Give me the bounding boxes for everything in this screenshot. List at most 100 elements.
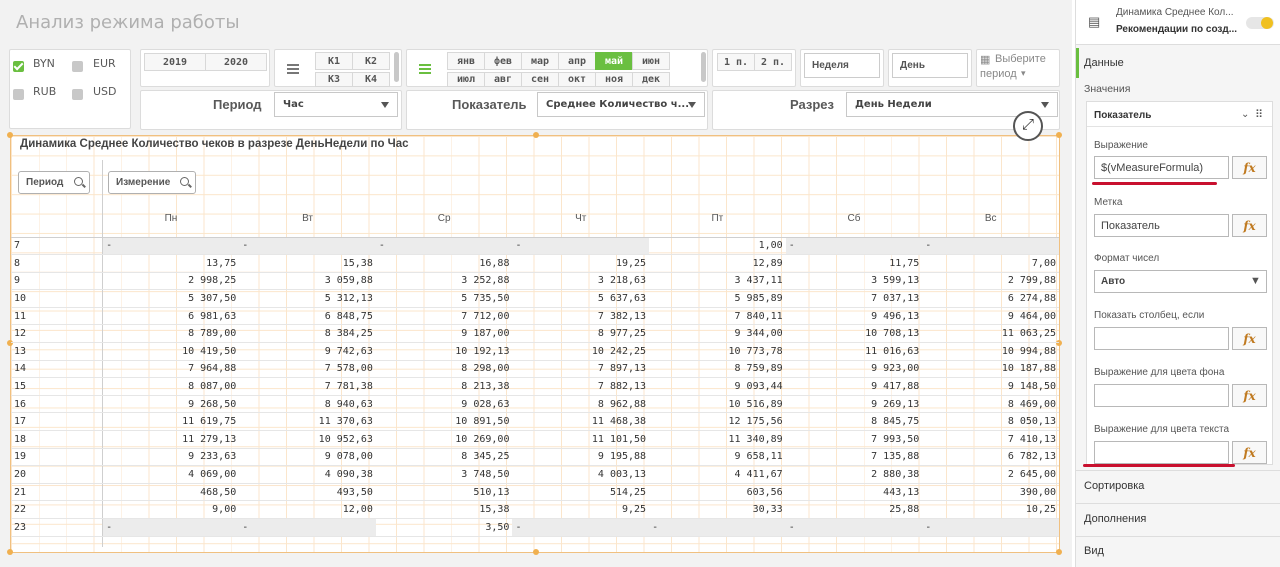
row-header[interactable]: 19 xyxy=(11,448,104,467)
indicator-value: Среднее Количество ч... xyxy=(546,99,689,110)
active-tab-indicator xyxy=(1076,48,1079,78)
bg-color-input[interactable] xyxy=(1094,384,1229,407)
month-button[interactable]: фев xyxy=(484,52,522,70)
day-filter[interactable]: День xyxy=(888,49,972,87)
text-color-input[interactable] xyxy=(1094,441,1229,464)
toggle-knob[interactable] xyxy=(1261,17,1273,29)
section-appearance[interactable]: Вид xyxy=(1084,545,1104,557)
checkbox-eur[interactable] xyxy=(72,61,83,72)
currency-label-rub: RUB xyxy=(33,85,57,98)
section-sorting[interactable]: Сортировка xyxy=(1084,480,1144,492)
column-header[interactable]: Чт xyxy=(512,201,650,238)
half-button-1[interactable]: 1 п. xyxy=(717,53,755,71)
month-button[interactable]: авг xyxy=(484,72,522,87)
month-button[interactable]: июн xyxy=(632,52,670,70)
resize-handle[interactable] xyxy=(7,549,13,555)
column-header[interactable]: Вт xyxy=(239,201,376,238)
search-icon[interactable] xyxy=(74,177,83,186)
measure-search[interactable]: Измерение xyxy=(108,171,196,194)
menu-icon[interactable] xyxy=(287,64,299,74)
expand-icon[interactable] xyxy=(1013,111,1043,141)
row-header[interactable]: 20 xyxy=(11,465,104,484)
checkbox-byn[interactable] xyxy=(13,61,24,72)
row-header[interactable]: 16 xyxy=(11,395,104,414)
week-label[interactable]: Неделя xyxy=(804,53,880,78)
row-header[interactable]: 21 xyxy=(11,483,104,502)
chart-subtitle[interactable]: Рекомендации по созд... xyxy=(1116,24,1237,35)
toggle[interactable] xyxy=(1246,17,1274,29)
row-header[interactable]: 9 xyxy=(11,272,104,291)
indicator-dropdown[interactable]: Среднее Количество ч... xyxy=(537,92,705,117)
fx-button[interactable]: fx xyxy=(1232,441,1267,464)
resize-handle[interactable] xyxy=(1056,549,1062,555)
resize-handle[interactable] xyxy=(1056,132,1062,138)
chart-name[interactable]: Динамика Среднее Кол... xyxy=(1116,7,1234,18)
row-header[interactable]: 23 xyxy=(11,518,104,537)
month-button[interactable]: ноя xyxy=(595,72,633,87)
fx-button[interactable]: fx xyxy=(1232,214,1267,237)
row-header[interactable]: 14 xyxy=(11,360,104,379)
row-header[interactable]: 7 xyxy=(11,237,104,256)
show-column-input[interactable] xyxy=(1094,327,1229,350)
search-icon[interactable] xyxy=(180,177,189,186)
column-header[interactable]: Ср xyxy=(375,201,513,238)
column-header[interactable]: Пн xyxy=(102,201,240,238)
row-header[interactable]: 22 xyxy=(11,500,104,519)
label-input[interactable]: Показатель xyxy=(1094,214,1229,237)
currency-label-usd: USD xyxy=(93,85,117,98)
month-button[interactable]: дек xyxy=(632,72,670,87)
choose-period[interactable]: ▦ Выберите период ▾ xyxy=(976,49,1060,87)
dimension-search[interactable]: Период xyxy=(18,171,90,194)
row-header[interactable]: 13 xyxy=(11,342,104,361)
period-dropdown[interactable]: Час xyxy=(274,92,398,117)
week-filter[interactable]: Неделя xyxy=(800,49,884,87)
chevron-up-icon[interactable]: ⌄ xyxy=(1241,109,1249,120)
section-addons[interactable]: Дополнения xyxy=(1084,513,1146,525)
scrollbar[interactable] xyxy=(394,52,399,82)
resize-handle[interactable] xyxy=(7,132,13,138)
month-button[interactable]: сен xyxy=(521,72,559,87)
month-button[interactable]: окт xyxy=(558,72,596,87)
menu-icon[interactable] xyxy=(419,64,431,74)
month-button[interactable]: янв xyxy=(447,52,485,70)
fx-button[interactable]: fx xyxy=(1232,156,1267,179)
row-header[interactable]: 15 xyxy=(11,377,104,396)
checkbox-rub[interactable] xyxy=(13,89,24,100)
year-button-2019[interactable]: 2019 xyxy=(144,53,206,71)
number-format-label: Формат чисел xyxy=(1094,253,1160,264)
quarter-button-k1[interactable]: K1 xyxy=(315,52,353,70)
row-header[interactable]: 18 xyxy=(11,430,104,449)
month-button[interactable]: июл xyxy=(447,72,485,87)
month-button[interactable]: апр xyxy=(558,52,596,70)
table-cell: 4 090,38 xyxy=(239,465,376,484)
row-header[interactable]: 10 xyxy=(11,289,104,308)
tab-data[interactable]: Данные xyxy=(1084,57,1124,69)
month-button[interactable]: мар xyxy=(521,52,559,70)
row-header[interactable]: 8 xyxy=(11,254,104,273)
scrollbar[interactable] xyxy=(701,52,706,82)
row-header[interactable]: 17 xyxy=(11,412,104,432)
number-format-select[interactable]: Авто ▼ xyxy=(1094,270,1267,293)
column-header[interactable]: Сб xyxy=(785,201,923,238)
resize-handle[interactable] xyxy=(533,132,539,138)
drag-handle-icon[interactable]: ⠿ xyxy=(1255,108,1263,121)
measure-title[interactable]: Показатель xyxy=(1094,110,1151,121)
checkbox-usd[interactable] xyxy=(72,89,83,100)
year-button-2020[interactable]: 2020 xyxy=(205,53,267,71)
quarter-button-k4[interactable]: K4 xyxy=(352,72,390,87)
table-cell: 19,25 xyxy=(512,254,650,273)
expression-input[interactable]: $(vMeasureFormula) xyxy=(1094,156,1229,179)
quarter-button-k3[interactable]: K3 xyxy=(315,72,353,87)
row-header[interactable]: 11 xyxy=(11,307,104,326)
quarter-button-k2[interactable]: K2 xyxy=(352,52,390,70)
day-label[interactable]: День xyxy=(892,53,968,78)
row-header[interactable]: 12 xyxy=(11,324,104,344)
half-button-2[interactable]: 2 п. xyxy=(754,53,792,71)
column-header[interactable]: Вс xyxy=(922,201,1059,238)
resize-handle[interactable] xyxy=(533,549,539,555)
column-header[interactable]: Пт xyxy=(649,201,786,238)
month-button[interactable]: май xyxy=(595,52,633,70)
fx-button[interactable]: fx xyxy=(1232,384,1267,407)
pivot-table-object[interactable]: Динамика Среднее Количество чеков в разр… xyxy=(7,111,1062,555)
fx-button[interactable]: fx xyxy=(1232,327,1267,350)
